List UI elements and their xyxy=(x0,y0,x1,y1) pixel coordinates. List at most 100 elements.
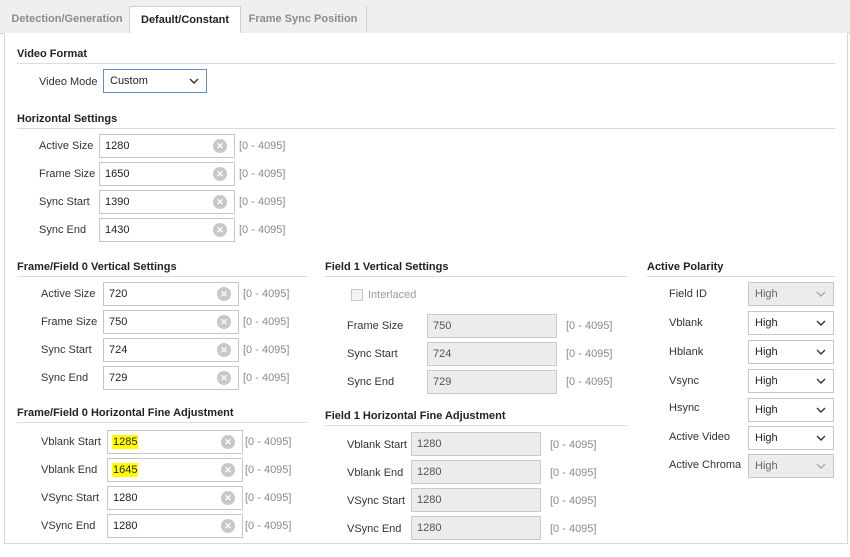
polarity-hblank-label: Hblank xyxy=(669,346,704,358)
polarity-active-chroma-select[interactable]: High xyxy=(748,454,834,478)
f0-vsync-start-label: VSync Start xyxy=(41,492,100,504)
divider xyxy=(647,276,835,277)
clear-icon[interactable]: ✕ xyxy=(217,287,231,301)
f1-vsync-start-range: [0 - 4095] xyxy=(550,495,597,507)
video-mode-select[interactable]: Custom xyxy=(103,69,207,93)
f1-vblank-end-label: Vblank End xyxy=(347,467,404,479)
f0-vblank-start-input[interactable]: 1285 ✕ xyxy=(107,430,243,454)
v1-sync-start-input[interactable]: 724 xyxy=(427,342,557,366)
polarity-active-video-select[interactable]: High xyxy=(748,426,834,450)
clear-icon[interactable]: ✕ xyxy=(213,139,227,153)
divider xyxy=(17,63,835,64)
v0-sync-start-range: [0 - 4095] xyxy=(243,344,290,356)
v0-sync-start-value: 724 xyxy=(109,344,128,356)
polarity-vblank-label: Vblank xyxy=(669,317,703,329)
polarity-vsync-select[interactable]: High xyxy=(748,369,834,393)
chevron-down-icon xyxy=(816,349,826,355)
chevron-down-icon xyxy=(816,435,826,441)
clear-icon[interactable]: ✕ xyxy=(213,195,227,209)
polarity-field-id-value: High xyxy=(755,288,778,300)
f1-vblank-start-input[interactable]: 1280 xyxy=(411,432,541,456)
f0-vblank-end-range: [0 - 4095] xyxy=(245,464,292,476)
clear-icon[interactable]: ✕ xyxy=(213,223,227,237)
video-mode-value: Custom xyxy=(110,75,148,87)
polarity-hsync-value: High xyxy=(755,404,778,416)
f0-vsync-end-label: VSync End xyxy=(41,520,96,532)
v0-sync-end-value: 729 xyxy=(109,372,128,384)
v1-frame-size-input[interactable]: 750 xyxy=(427,314,557,338)
clear-icon[interactable]: ✕ xyxy=(213,167,227,181)
v1-frame-size-value: 750 xyxy=(433,320,452,332)
v1-frame-size-label: Frame Size xyxy=(347,320,404,332)
f0-vsync-end-range: [0 - 4095] xyxy=(245,520,292,532)
h-active-size-value: 1280 xyxy=(105,140,130,152)
clear-icon[interactable]: ✕ xyxy=(221,519,235,533)
tab-frame-sync-position[interactable]: Frame Sync Position xyxy=(240,6,367,32)
polarity-field-id-select[interactable]: High xyxy=(748,282,834,306)
chevron-down-icon xyxy=(816,378,826,384)
f0-vsync-end-value: 1280 xyxy=(113,520,138,532)
tab-detection-generation[interactable]: Detection/Generation xyxy=(4,6,130,32)
h-frame-size-label: Frame Size xyxy=(39,168,96,180)
field0-fine-title: Frame/Field 0 Horizontal Fine Adjustment xyxy=(17,407,234,419)
polarity-field-id-label: Field ID xyxy=(669,288,707,300)
field1-fine-title: Field 1 Horizontal Fine Adjustment xyxy=(325,410,506,422)
polarity-vsync-value: High xyxy=(755,375,778,387)
h-sync-start-label: Sync Start xyxy=(39,196,90,208)
polarity-vsync-label: Vsync xyxy=(669,375,699,387)
video-mode-label: Video Mode xyxy=(39,76,98,88)
v1-sync-start-label: Sync Start xyxy=(347,348,398,360)
tab-default-constant[interactable]: Default/Constant xyxy=(129,6,241,34)
clear-icon[interactable]: ✕ xyxy=(221,435,235,449)
v0-frame-size-input[interactable]: 750 ✕ xyxy=(103,310,239,334)
divider xyxy=(325,425,627,426)
f0-vsync-start-input[interactable]: 1280 ✕ xyxy=(107,486,243,510)
h-active-size-input[interactable]: 1280 ✕ xyxy=(99,134,235,158)
polarity-active-video-label: Active Video xyxy=(669,431,730,443)
active-polarity-title: Active Polarity xyxy=(647,261,724,273)
polarity-active-video-value: High xyxy=(755,432,778,444)
polarity-hsync-select[interactable]: High xyxy=(748,398,834,422)
v0-sync-end-input[interactable]: 729 ✕ xyxy=(103,366,239,390)
v0-active-size-input[interactable]: 720 ✕ xyxy=(103,282,239,306)
f0-vsync-end-input[interactable]: 1280 ✕ xyxy=(107,514,243,538)
chevron-down-icon xyxy=(816,463,826,469)
video-format-title: Video Format xyxy=(17,48,88,60)
v1-sync-end-input[interactable]: 729 xyxy=(427,370,557,394)
v1-frame-size-range: [0 - 4095] xyxy=(566,320,613,332)
clear-icon[interactable]: ✕ xyxy=(221,463,235,477)
polarity-vblank-select[interactable]: High xyxy=(748,311,834,335)
f1-vblank-end-value: 1280 xyxy=(417,466,442,478)
f1-vblank-end-input[interactable]: 1280 xyxy=(411,460,541,484)
v0-frame-size-range: [0 - 4095] xyxy=(243,316,290,328)
h-sync-end-input[interactable]: 1430 ✕ xyxy=(99,218,235,242)
settings-panel: Video Format Video Mode Custom Horizonta… xyxy=(4,33,848,544)
f0-vblank-end-input[interactable]: 1645 ✕ xyxy=(107,458,243,482)
clear-icon[interactable]: ✕ xyxy=(217,343,231,357)
f0-vblank-end-value: 1645 xyxy=(112,463,139,477)
clear-icon[interactable]: ✕ xyxy=(221,491,235,505)
interlaced-checkbox[interactable] xyxy=(351,289,363,301)
divider xyxy=(325,276,627,277)
polarity-hblank-value: High xyxy=(755,346,778,358)
f1-vsync-end-input[interactable]: 1280 xyxy=(411,516,541,540)
polarity-hblank-select[interactable]: High xyxy=(748,340,834,364)
f0-vblank-end-label: Vblank End xyxy=(41,464,98,476)
v0-sync-start-label: Sync Start xyxy=(41,344,92,356)
v0-active-size-value: 720 xyxy=(109,288,128,300)
h-sync-start-input[interactable]: 1390 ✕ xyxy=(99,190,235,214)
f1-vsync-end-label: VSync End xyxy=(347,523,402,535)
h-frame-size-value: 1650 xyxy=(105,168,130,180)
v1-sync-start-range: [0 - 4095] xyxy=(566,348,613,360)
h-frame-size-input[interactable]: 1650 ✕ xyxy=(99,162,235,186)
v1-sync-start-value: 724 xyxy=(433,348,452,360)
clear-icon[interactable]: ✕ xyxy=(217,315,231,329)
f1-vblank-end-range: [0 - 4095] xyxy=(550,467,597,479)
h-sync-end-range: [0 - 4095] xyxy=(239,224,286,236)
polarity-active-chroma-value: High xyxy=(755,460,778,472)
chevron-down-icon xyxy=(816,320,826,326)
f1-vsync-start-input[interactable]: 1280 xyxy=(411,488,541,512)
clear-icon[interactable]: ✕ xyxy=(217,371,231,385)
h-sync-start-value: 1390 xyxy=(105,196,130,208)
v0-sync-start-input[interactable]: 724 ✕ xyxy=(103,338,239,362)
